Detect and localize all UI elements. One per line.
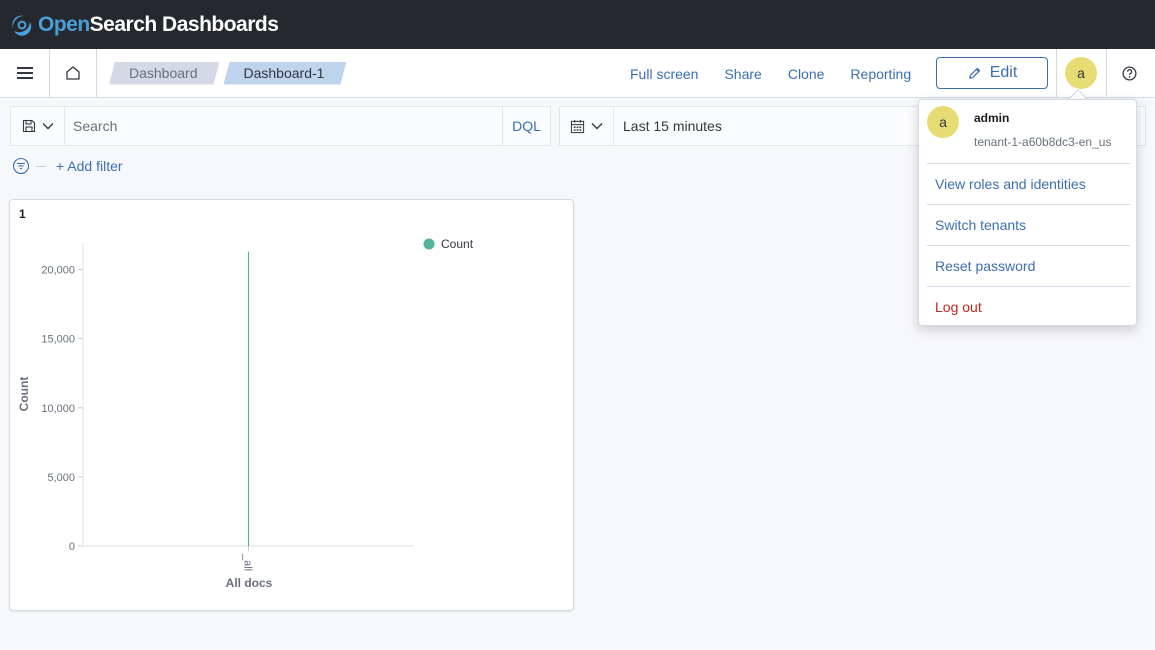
y-tick-label: 0	[69, 541, 75, 553]
view-roles-link[interactable]: View roles and identities	[935, 176, 1086, 192]
filter-options-icon[interactable]	[12, 157, 30, 175]
menu-divider	[927, 286, 1130, 287]
menu-divider	[927, 204, 1130, 205]
home-button[interactable]	[50, 48, 97, 98]
calendar-icon	[570, 119, 585, 133]
y-tick-label: 5,000	[47, 472, 75, 484]
quick-select-button[interactable]	[560, 107, 614, 145]
opensearch-logo[interactable]: OpenSearch Dashboards	[10, 12, 279, 37]
pencil-icon	[968, 67, 980, 79]
home-icon	[66, 66, 80, 80]
bar-_all[interactable]	[247, 251, 250, 546]
breadcrumb-dashboard[interactable]: Dashboard	[109, 62, 220, 85]
chevron-down-icon	[42, 123, 53, 130]
full-screen-link[interactable]: Full screen	[617, 66, 711, 82]
edit-button-label: Edit	[989, 64, 1018, 81]
saved-query-button[interactable]	[11, 107, 65, 145]
time-range-display[interactable]: Last 15 minutes	[614, 118, 722, 134]
opensearch-logo-icon	[12, 15, 32, 36]
x-tick-label: _all	[242, 553, 254, 571]
user-avatar[interactable]: a	[1065, 57, 1097, 89]
chevron-down-icon	[591, 123, 603, 130]
x-axis-title: All docs	[226, 576, 273, 590]
help-icon[interactable]	[1121, 65, 1138, 82]
search-input[interactable]	[65, 107, 502, 145]
user-menu: a admin tenant-1-a60b8dc3-en_us View rol…	[918, 99, 1137, 326]
legend-label[interactable]: Count	[441, 237, 474, 251]
chart-legend: Count	[423, 237, 474, 251]
filter-divider	[36, 165, 46, 167]
filter-bar: + Add filter	[12, 156, 123, 176]
y-tick-label: 15,000	[41, 334, 75, 346]
logout-link[interactable]: Log out	[935, 299, 982, 315]
user-menu-avatar: a	[927, 106, 959, 138]
navigation-bar: Dashboard Dashboard-1 Full screen Share …	[0, 48, 1155, 98]
app-title: OpenSearch Dashboards	[38, 12, 279, 36]
edit-button[interactable]: Edit	[936, 57, 1048, 89]
y-axis-title: Count	[17, 377, 31, 412]
username: admin	[974, 111, 1010, 125]
save-icon	[22, 119, 35, 133]
switch-tenants-link[interactable]: Switch tenants	[935, 217, 1026, 233]
breadcrumb-current: Dashboard-1	[224, 62, 347, 85]
breadcrumb: Dashboard Dashboard-1	[109, 62, 346, 85]
app-header: OpenSearch Dashboards	[0, 0, 1155, 49]
menu-divider	[927, 163, 1130, 164]
query-bar: DQL	[10, 106, 551, 146]
y-tick-label: 10,000	[41, 403, 75, 415]
menu-divider	[927, 245, 1130, 246]
current-tenant: tenant-1-a60b8dc3-en_us	[974, 135, 1112, 149]
clone-link[interactable]: Clone	[775, 66, 838, 82]
share-link[interactable]: Share	[711, 66, 774, 82]
reset-password-link[interactable]: Reset password	[935, 258, 1035, 274]
nav-divider	[1106, 49, 1107, 98]
add-filter-button[interactable]: + Add filter	[56, 158, 123, 174]
y-tick-label: 20,000	[41, 265, 75, 277]
hamburger-icon	[16, 67, 33, 79]
visualization-panel: 1 0 5,000 10,000 15,000 20,000 _all Count Al…	[9, 199, 574, 611]
nav-divider	[1056, 49, 1057, 98]
legend-swatch[interactable]	[423, 238, 435, 250]
menu-toggle-button[interactable]	[0, 48, 50, 98]
reporting-link[interactable]: Reporting	[837, 66, 924, 82]
bar-chart: 0 5,000 10,000 15,000 20,000 _all Count All …	[17, 237, 474, 590]
dashboard-actions: Full screen Share Clone Reporting	[617, 49, 924, 98]
query-language-button[interactable]: DQL	[502, 107, 550, 145]
